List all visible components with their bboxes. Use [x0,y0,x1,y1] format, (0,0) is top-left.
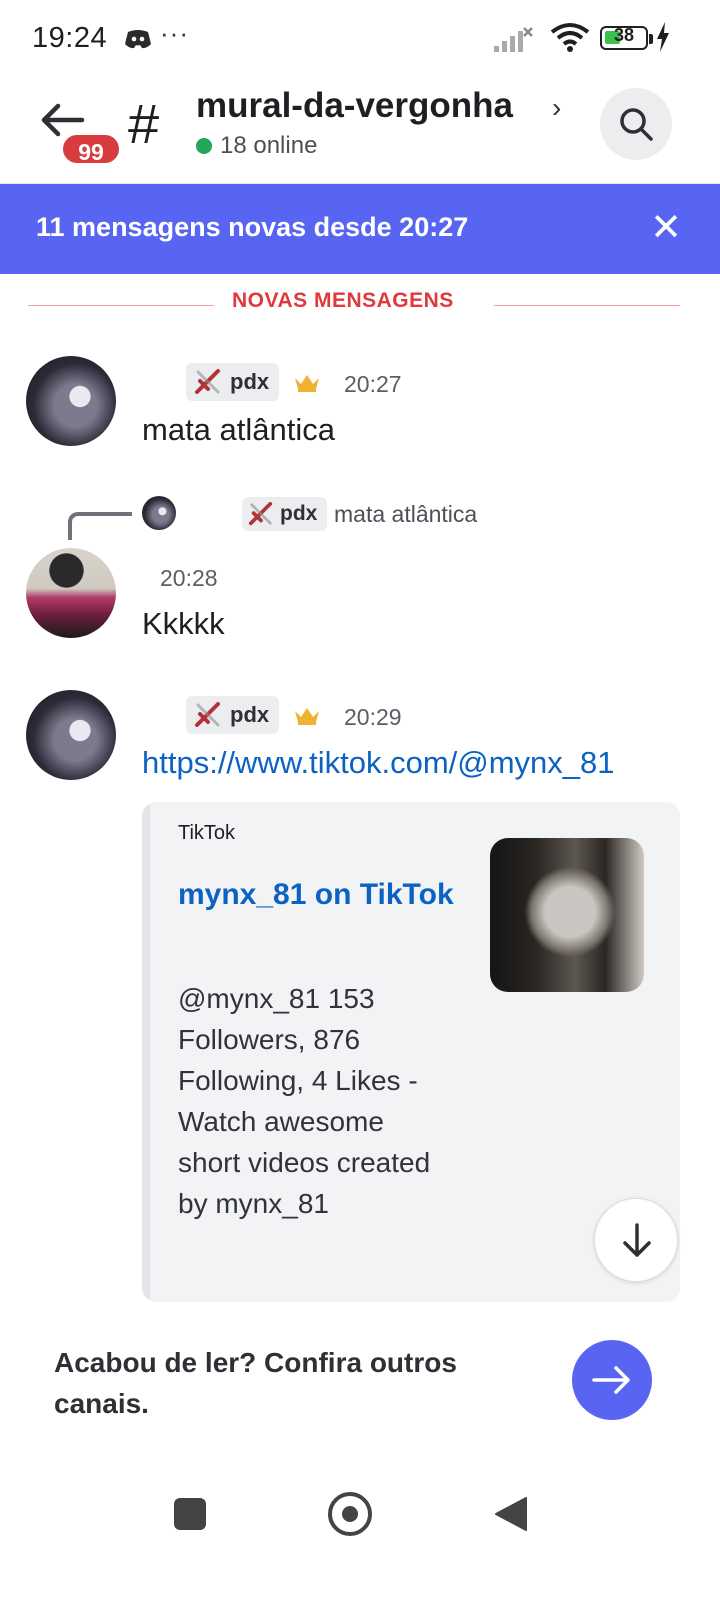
embed-accent-bar [142,802,150,1302]
embed-description: @mynx_81 153 Followers, 876 Following, 4… [178,983,431,1219]
nav-back-icon[interactable] [494,1496,528,1532]
new-messages-text: 11 mensagens novas desde 20:27 [36,212,469,242]
message-timestamp: 20:29 [344,704,402,730]
author-name[interactable]: pdx [186,696,280,734]
avatar[interactable] [26,356,116,446]
jump-to-bottom-button[interactable] [594,1198,678,1282]
author-name[interactable]: pdx [186,363,280,401]
reply-connector [68,512,132,540]
recents-button[interactable] [174,1498,206,1530]
avatar[interactable] [26,690,116,780]
charging-icon [657,22,669,52]
more-notifications-icon: ··· [160,18,189,48]
online-count: 18 online [220,132,318,159]
crown-icon [295,708,319,725]
message-timestamp: 20:27 [344,371,402,397]
avatar[interactable] [26,548,116,638]
wifi-icon [550,23,590,52]
embed-thumbnail[interactable] [490,838,644,992]
discord-icon [125,30,151,49]
embed-title[interactable]: mynx_81 on TikTok [178,872,468,918]
battery-icon: 38 [600,24,654,52]
channel-title[interactable]: mural-da-vergonha [196,86,513,126]
clock: 19:24 [32,22,108,54]
sword-icon [195,369,220,394]
battery-level: 38 [614,25,635,45]
signal-icon [494,27,533,52]
sword-icon [248,501,273,526]
message-link[interactable]: https://www.tiktok.com/@mynx_81 [142,745,615,781]
crown-icon [295,375,319,392]
reply-author-name[interactable]: pdx [242,497,328,531]
online-status-icon [196,138,212,154]
read-all-prompt: Acabou de ler? Confira outros canais. [54,1347,457,1419]
embed-provider[interactable]: TikTok [178,822,235,845]
message-timestamp: 20:28 [160,565,218,591]
arrow-right-icon [592,1366,630,1394]
divider-line-left [28,305,214,306]
arrow-down-icon [623,1223,651,1257]
new-messages-banner[interactable]: 11 mensagens novas desde 20:27 ✕ [0,184,720,274]
divider-line-right [494,305,680,306]
next-channel-button[interactable] [572,1340,652,1420]
close-icon[interactable]: ✕ [646,206,686,250]
search-icon [620,108,653,141]
unread-badge: 99 [60,132,122,166]
status-bar: 19:24 ··· 38 [0,0,720,78]
chevron-right-icon[interactable]: › [552,92,561,124]
message-content[interactable]: Kkkkk [142,606,225,642]
message-content[interactable]: mata atlântica [142,412,335,448]
reply-avatar [142,496,176,530]
sword-icon [195,702,220,727]
home-button[interactable] [328,1492,372,1536]
channel-hash-icon: # [128,92,160,155]
channel-header: 99 # mural-da-vergonha › 18 online [0,78,720,184]
search-button[interactable] [600,88,672,160]
new-messages-divider: NOVAS MENSAGENS [232,289,454,312]
reply-preview[interactable]: mata atlântica [334,501,477,528]
